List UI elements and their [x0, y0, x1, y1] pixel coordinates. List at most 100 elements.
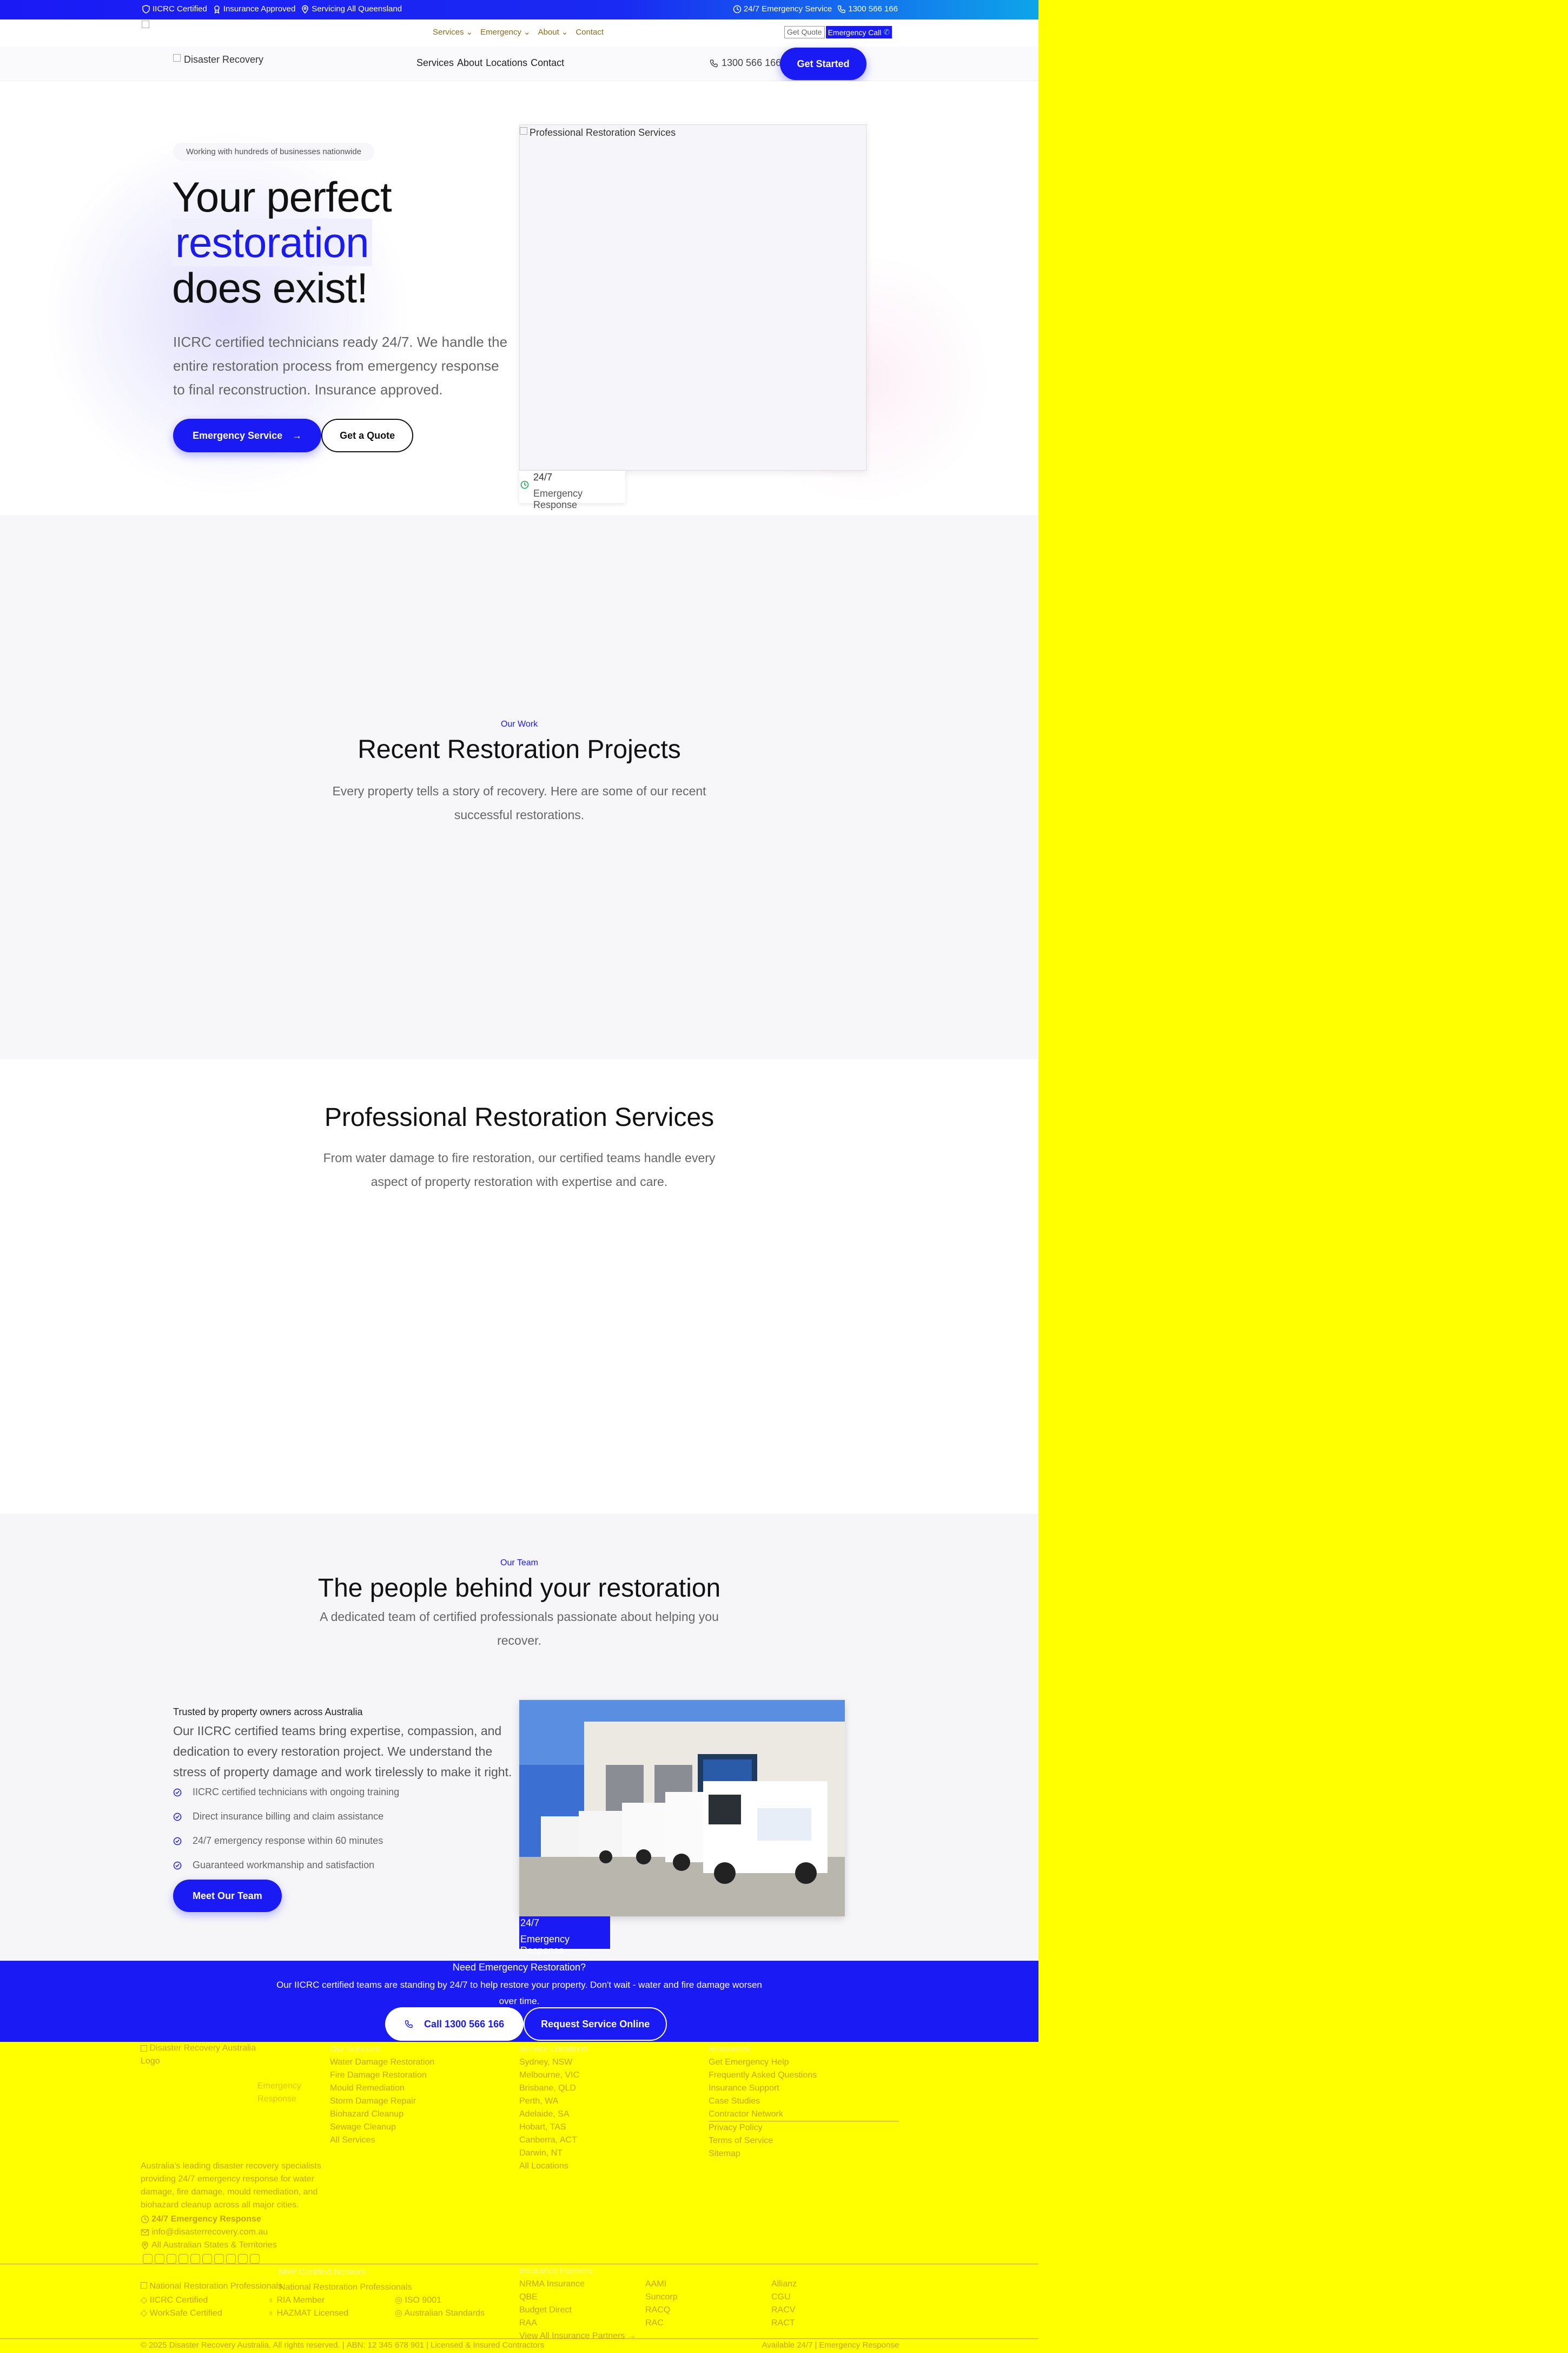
team-paragraph: Our IICRC certified teams bring expertis… — [173, 1724, 512, 1779]
insurer: Budget Direct — [519, 2305, 572, 2315]
footer-link[interactable]: Brisbane, QLD — [519, 2082, 587, 2095]
footer-link[interactable]: Biohazard Cleanup — [330, 2108, 434, 2121]
footer-link[interactable]: Darwin, NT — [519, 2147, 587, 2160]
shield-icon — [142, 4, 150, 14]
footer-link[interactable]: Adelaide, SA — [519, 2108, 587, 2121]
footer-link[interactable]: All Locations — [519, 2160, 587, 2173]
services-section: Professional Restoration Services From w… — [0, 1059, 1038, 1514]
insurance-heading: Insurance Partners — [519, 2266, 593, 2276]
site-logo[interactable]: Disaster Recovery — [173, 54, 263, 65]
get-a-quote-button[interactable]: Get a Quote — [321, 419, 414, 452]
nav-services[interactable]: Services — [416, 57, 454, 69]
cert-item: ◇ WorkSafe Certified — [141, 2309, 222, 2318]
footer-link[interactable]: Contractor Network — [709, 2108, 899, 2121]
footer-link[interactable]: Terms of Service — [709, 2134, 899, 2147]
footer-link[interactable]: Storm Damage Repair — [330, 2095, 434, 2108]
footer-region: All Australian States & Territories — [141, 2239, 277, 2252]
linkedin-icon[interactable] — [190, 2254, 200, 2264]
cert-item: ♁ RIA Member — [268, 2296, 325, 2305]
tiktok-icon[interactable] — [202, 2254, 212, 2264]
nav-about[interactable]: About — [457, 57, 482, 69]
nav-locations[interactable]: Locations — [486, 57, 527, 69]
insurer: RACT — [771, 2318, 795, 2328]
check-circle-icon — [173, 1837, 182, 1846]
footer: Disaster Recovery Australia Logo Emergen… — [0, 2042, 1038, 2353]
footer-emergency[interactable]: 24/7 Emergency Response — [141, 2213, 277, 2226]
list-item: Direct insurance billing and claim assis… — [173, 1804, 399, 1829]
topbar-phone-link[interactable]: 1300 566 166 — [837, 4, 898, 14]
footer-logo[interactable]: Disaster Recovery Australia Logo — [141, 2042, 260, 2068]
check-circle-icon — [173, 1788, 182, 1797]
subnav-emergency[interactable]: Emergency ⌄ — [480, 27, 530, 37]
section-eyebrow: Our Work — [500, 720, 538, 729]
footer-divider — [0, 2338, 1038, 2339]
footer-link[interactable]: Melbourne, VIC — [519, 2069, 587, 2082]
broken-image-icon — [173, 54, 181, 62]
footer-certifications: NRP Certified Network National Restorati… — [141, 2268, 503, 2320]
section-title: Recent Restoration Projects — [358, 735, 681, 764]
footer-link[interactable]: Privacy Policy — [709, 2121, 899, 2134]
get-started-button[interactable]: Get Started — [780, 48, 866, 80]
mail-icon — [141, 2228, 149, 2237]
insurer: RACQ — [645, 2305, 671, 2315]
phone-icon — [837, 5, 846, 14]
social-links — [143, 2254, 260, 2264]
footer-link[interactable]: Sydney, NSW — [519, 2056, 587, 2069]
footer-link[interactable]: Hobart, TAS — [519, 2121, 587, 2134]
instagram-icon[interactable] — [155, 2254, 164, 2264]
footer-link[interactable]: All Services — [330, 2134, 434, 2147]
cert-item: ◎ Australian Standards — [395, 2309, 485, 2318]
map-pin-icon — [141, 2241, 149, 2250]
insurer: QBE — [519, 2292, 538, 2302]
subnav-about[interactable]: About ⌄ — [538, 27, 568, 37]
footer-link[interactable]: Frequently Asked Questions — [709, 2069, 899, 2082]
hero-title-accent: restoration — [172, 219, 372, 266]
footer-link[interactable]: Perth, WA — [519, 2095, 587, 2108]
list-item: 24/7 emergency response within 60 minute… — [173, 1829, 399, 1853]
emergency-service-button[interactable]: Emergency Service → — [173, 419, 322, 452]
get-quote-small-button[interactable]: Get Quote — [784, 26, 825, 38]
header-phone-link[interactable]: 1300 566 166 — [710, 57, 781, 69]
external-link-icon[interactable] — [178, 2254, 188, 2264]
subnav-contact[interactable]: Contact — [575, 27, 604, 37]
insurer: AAMI — [645, 2279, 667, 2289]
broken-image-icon — [520, 127, 527, 135]
insurer: Allianz — [771, 2279, 797, 2289]
footer-link[interactable]: Insurance Support — [709, 2082, 899, 2095]
hero-section: Working with hundreds of businesses nati… — [0, 81, 1038, 515]
cert-item: ◎ ISO 9001 — [395, 2296, 442, 2305]
footer-link[interactable]: Sewage Cleanup — [330, 2121, 434, 2134]
main-nav: Services About Locations Contact — [416, 57, 564, 69]
request-service-button[interactable]: Request Service Online — [524, 2007, 667, 2041]
broken-image — [142, 21, 149, 28]
footer-link[interactable]: Water Damage Restoration — [330, 2056, 434, 2069]
camera-icon[interactable] — [226, 2254, 236, 2264]
share-icon[interactable] — [250, 2254, 260, 2264]
footer-about: Australia's leading disaster recovery sp… — [141, 2161, 321, 2210]
top-bar: IICRC Certified Insurance Approved Servi… — [0, 0, 1038, 19]
clock-icon — [520, 480, 529, 489]
phone-icon: ✆ — [883, 28, 890, 36]
section-title: The people behind your restoration — [317, 1574, 721, 1603]
call-button[interactable]: Call 1300 566 166 — [385, 2007, 524, 2041]
footer-services-column: Our Services Water Damage Restoration Fi… — [330, 2043, 434, 2147]
subnav-services[interactable]: Services ⌄ — [433, 27, 473, 37]
cta-description: Our IICRC certified teams are standing b… — [276, 1980, 762, 2006]
footer-link[interactable]: Canberra, ACT — [519, 2134, 587, 2147]
footer-link[interactable]: Sitemap — [709, 2147, 899, 2160]
nav-contact[interactable]: Contact — [531, 57, 564, 69]
pinterest-icon[interactable] — [214, 2254, 224, 2264]
youtube-icon[interactable] — [238, 2254, 248, 2264]
twitter-icon[interactable] — [167, 2254, 176, 2264]
footer-link[interactable]: Fire Damage Restoration — [330, 2069, 434, 2082]
footer-link[interactable]: Case Studies — [709, 2095, 899, 2108]
meet-our-team-button[interactable]: Meet Our Team — [173, 1880, 282, 1912]
insurance-badge: Insurance Approved — [213, 4, 295, 14]
facebook-icon[interactable] — [143, 2254, 153, 2264]
footer-emergency-label: Emergency Response — [257, 2081, 301, 2104]
footer-link[interactable]: Get Emergency Help — [709, 2056, 899, 2069]
emergency-call-button[interactable]: Emergency Call ✆ — [825, 26, 892, 38]
section-lead: Every property tells a story of recovery… — [332, 784, 706, 822]
footer-link[interactable]: Mould Remediation — [330, 2082, 434, 2095]
footer-email[interactable]: info@disasterrecovery.com.au — [141, 2226, 277, 2239]
